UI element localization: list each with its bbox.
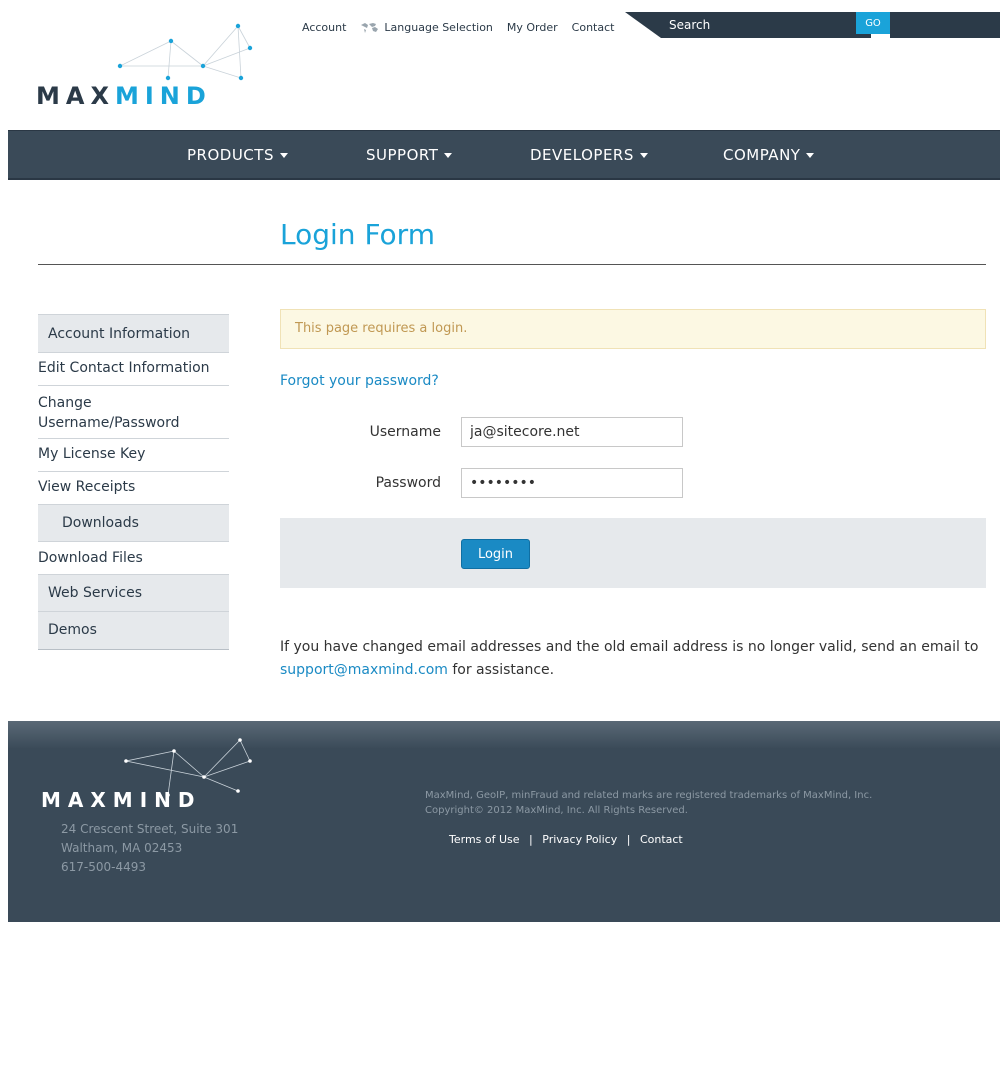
sidebar-item-my-license-key[interactable]: My License Key [38, 439, 229, 472]
top-links: Account Language Selection My Order Cont… [302, 21, 628, 34]
nav-support[interactable]: SUPPORT [366, 146, 453, 164]
footer: MAXMIND 24 Crescent Street, Suite 301 Wa… [8, 721, 1000, 922]
username-label: Username [369, 424, 441, 440]
caret-down-icon [806, 153, 815, 158]
sidebar-item-downloads[interactable]: Downloads [38, 505, 229, 542]
logo-part1: MAX [36, 82, 115, 110]
page-title: Login Form [280, 218, 435, 251]
top-link-contact[interactable]: Contact [572, 21, 615, 34]
footer-trademark-text: MaxMind, GeoIP, minFraud and related mar… [425, 790, 873, 801]
password-label: Password [375, 475, 441, 491]
logo-part2: MIND [114, 82, 212, 110]
footer-address-line1: 24 Crescent Street, Suite 301 [61, 822, 239, 836]
footer-phone: 617-500-4493 [61, 860, 147, 874]
form-actions: Login [280, 518, 986, 588]
main-nav: PRODUCTS SUPPORT DEVELOPERS COMPANY [8, 130, 1000, 180]
maxmind-logo[interactable]: MAXMIND [28, 12, 268, 112]
nav-support-label: SUPPORT [366, 146, 439, 164]
footer-links: Terms of Use | Privacy Policy | Contact [449, 833, 683, 846]
footer-link-contact[interactable]: Contact [640, 833, 683, 846]
nav-developers[interactable]: DEVELOPERS [530, 146, 648, 164]
nav-developers-label: DEVELOPERS [530, 146, 634, 164]
footer-logo-wordmark: MAXMIND [41, 788, 202, 812]
header: MAXMIND Account Language Selection My Or… [8, 0, 1000, 130]
username-field[interactable] [461, 417, 683, 447]
search-input[interactable] [661, 12, 871, 38]
footer-link-privacy[interactable]: Privacy Policy [542, 833, 617, 846]
search-bar: GO [625, 12, 1000, 42]
sidebar-item-account-information[interactable]: Account Information [38, 314, 229, 353]
note-text: If you have changed email addresses and … [280, 639, 979, 655]
title-divider [38, 264, 986, 265]
sidebar-item-demos[interactable]: Demos [38, 612, 229, 650]
caret-down-icon [279, 153, 288, 158]
top-link-my-order[interactable]: My Order [507, 21, 558, 34]
nav-company-label: COMPANY [723, 146, 801, 164]
sidebar-item-edit-contact-information[interactable]: Edit Contact Information [38, 353, 229, 386]
footer-link-terms[interactable]: Terms of Use [449, 833, 520, 846]
footer-legal: MaxMind, GeoIP, minFraud and related mar… [425, 788, 872, 818]
note-tail: for assistance. [452, 662, 555, 678]
caret-down-icon [444, 153, 453, 158]
footer-address: 24 Crescent Street, Suite 301 Waltham, M… [61, 820, 238, 877]
nav-company[interactable]: COMPANY [723, 146, 815, 164]
page: MAXMIND Account Language Selection My Or… [8, 0, 1000, 1075]
search-go-button[interactable]: GO [856, 12, 890, 34]
world-map-icon [361, 22, 379, 33]
search-bar-slant [625, 12, 661, 38]
nav-products[interactable]: PRODUCTS [187, 146, 288, 164]
top-link-language[interactable]: Language Selection [384, 21, 492, 34]
forgot-password-link[interactable]: Forgot your password? [280, 373, 439, 389]
footer-copyright-text: Copyright© 2012 MaxMind, Inc. All Rights… [425, 805, 688, 816]
support-email-link[interactable]: support@maxmind.com [280, 662, 448, 678]
footer-link-separator: | [529, 833, 533, 846]
login-button[interactable]: Login [461, 539, 530, 569]
nav-products-label: PRODUCTS [187, 146, 274, 164]
password-field[interactable] [461, 468, 683, 498]
top-link-account[interactable]: Account [302, 21, 346, 34]
sidebar-item-download-files[interactable]: Download Files [38, 542, 229, 575]
footer-link-separator: | [626, 833, 631, 846]
footer-address-line2: Waltham, MA 02453 [61, 841, 183, 855]
email-change-note: If you have changed email addresses and … [280, 636, 990, 682]
caret-down-icon [639, 153, 648, 158]
sidebar: Account Information Edit Contact Informa… [38, 314, 229, 650]
search-bar-tail [890, 12, 1000, 38]
sidebar-item-web-services[interactable]: Web Services [38, 575, 229, 612]
sidebar-item-change-username-password[interactable]: Change Username/Password [38, 386, 229, 439]
login-required-alert: This page requires a login. [280, 309, 986, 349]
sidebar-item-view-receipts[interactable]: View Receipts [38, 472, 229, 505]
logo-wordmark: MAXMIND [36, 82, 212, 110]
